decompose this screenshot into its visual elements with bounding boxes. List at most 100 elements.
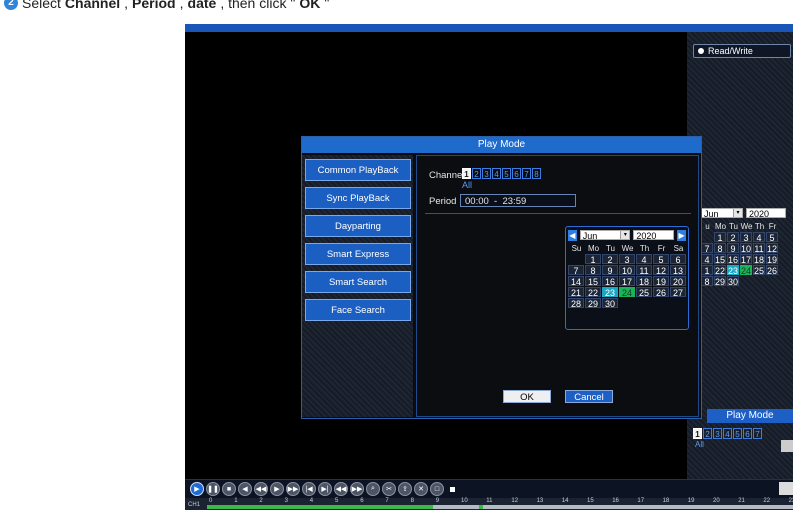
ok-button[interactable]: OK [503,390,551,403]
calendar-day[interactable]: 26 [653,287,669,298]
calendar-day[interactable]: 16 [727,254,739,265]
right-channel-checkbox[interactable]: 1 [693,428,702,439]
channel-checkbox[interactable]: 3 [482,168,491,179]
channel-checkbox[interactable]: 8 [532,168,541,179]
read-write-option[interactable]: Read/Write [693,44,791,58]
channel-checkbox[interactable]: 4 [492,168,501,179]
cancel-button[interactable]: Cancel [565,390,613,403]
previous-frame-icon[interactable]: |◀ [302,482,316,496]
calendar-day[interactable]: 11 [753,243,765,254]
calendar-day[interactable]: 11 [636,265,652,276]
right-all-channels[interactable]: All [695,440,704,449]
calendar-day[interactable]: 23 [602,287,618,298]
month-select[interactable]: Jun ▾ [579,230,631,241]
backup-icon[interactable]: ⇪ [398,482,412,496]
calendar-day[interactable]: 13 [670,265,686,276]
calendar-day[interactable]: 12 [766,243,778,254]
calendar-day[interactable]: 1 [585,254,601,265]
channel-checkbox[interactable]: 6 [512,168,521,179]
calendar-day[interactable]: 7 [701,243,713,254]
previous-file-icon[interactable]: ◀◀ [334,482,348,496]
timeline-bar[interactable]: CH1 0 1 2 3 4 5 6 7 8 9 10 11 12 13 14 15 16 17 18 19 20 21 22… [185,498,793,510]
calendar-day[interactable]: 15 [585,276,601,287]
calendar-day[interactable]: 2 [602,254,618,265]
calendar-day[interactable]: 9 [727,243,739,254]
fast-forward-icon[interactable]: ▶▶ [286,482,300,496]
next-file-icon[interactable]: ▶▶ [350,482,364,496]
next-month-icon[interactable]: ▶ [677,229,686,241]
calendar-day[interactable]: 4 [636,254,652,265]
mode-button[interactable]: Sync PlayBack [305,187,411,209]
calendar-day[interactable]: 15 [714,254,726,265]
right-channel-checkbox[interactable]: 2 [703,428,712,439]
mode-button[interactable]: Smart Express [305,243,411,265]
calendar-day[interactable]: 20 [670,276,686,287]
calendar-day[interactable]: 29 [714,276,726,287]
mode-button[interactable]: Common PlayBack [305,159,411,181]
channel-checkbox[interactable]: 5 [502,168,511,179]
calendar-day[interactable]: 3 [740,232,752,243]
slow-play-icon[interactable]: ▶ [270,482,284,496]
prev-month-icon[interactable]: ◀ [568,229,577,241]
calendar-day[interactable]: 7 [568,265,584,276]
calendar-day[interactable]: 24 [619,287,635,298]
calendar-day[interactable]: 12 [653,265,669,276]
right-channel-checkbox[interactable]: 4 [723,428,732,439]
calendar-day[interactable]: 22 [714,265,726,276]
calendar-day[interactable]: 4 [701,254,713,265]
stop-icon[interactable]: ■ [222,482,236,496]
calendar-day[interactable]: 22 [585,287,601,298]
calendar-day[interactable]: 18 [753,254,765,265]
right-small-button[interactable] [781,440,793,452]
calendar-day[interactable]: 26 [766,265,778,276]
calendar-day[interactable]: 5 [766,232,778,243]
right-control-button[interactable] [779,482,793,495]
mode-button[interactable]: Smart Search [305,271,411,293]
mode-button[interactable]: Face Search [305,299,411,321]
side-year-select[interactable]: 2020 [746,208,786,219]
play-icon[interactable]: ▶ [190,482,204,496]
calendar-day[interactable]: 9 [602,265,618,276]
calendar-day[interactable]: 29 [585,298,601,309]
calendar-day[interactable]: 10 [619,265,635,276]
calendar-day[interactable]: 25 [753,265,765,276]
exit-icon[interactable]: ✕ [414,482,428,496]
calendar-day[interactable]: 21 [568,287,584,298]
zoom-icon[interactable]: ⌕ [366,482,380,496]
calendar-day[interactable]: 4 [753,232,765,243]
calendar-day[interactable]: 18 [636,276,652,287]
rewind-icon[interactable]: ◀ [238,482,252,496]
clip-icon[interactable]: ✂ [382,482,396,496]
calendar-day[interactable]: 8 [714,243,726,254]
all-channels-option[interactable]: All [462,180,472,190]
play-mode-button[interactable]: Play Mode [707,409,793,423]
calendar-day[interactable]: 14 [568,276,584,287]
full-screen-icon[interactable]: □ [430,482,444,496]
mode-button[interactable]: Dayparting [305,215,411,237]
pause-icon[interactable]: ❚❚ [206,482,220,496]
calendar-day[interactable]: 2 [727,232,739,243]
right-channel-checkbox[interactable]: 7 [753,428,762,439]
calendar-day[interactable]: 24 [740,265,752,276]
channel-checkbox[interactable]: 7 [522,168,531,179]
calendar-day[interactable]: 8 [585,265,601,276]
calendar-day[interactable]: 27 [670,287,686,298]
calendar-day[interactable]: 5 [653,254,669,265]
right-channel-checkbox[interactable]: 3 [713,428,722,439]
calendar-day[interactable]: 1 [701,265,713,276]
right-channel-checkbox[interactable]: 5 [733,428,742,439]
right-channel-checkbox[interactable]: 6 [743,428,752,439]
calendar-day[interactable]: 16 [602,276,618,287]
calendar-day[interactable]: 8 [701,276,713,287]
calendar-day[interactable]: 25 [636,287,652,298]
calendar-day[interactable]: 1 [714,232,726,243]
calendar-day[interactable]: 28 [568,298,584,309]
side-month-select[interactable]: Jun ▾ [701,208,743,219]
year-select[interactable]: 2020 [633,230,675,241]
calendar-day[interactable]: 23 [727,265,739,276]
channel-checkbox[interactable]: 2 [472,168,481,179]
calendar-day[interactable]: 10 [740,243,752,254]
fast-backward-icon[interactable]: ◀◀ [254,482,268,496]
calendar-day[interactable]: 6 [670,254,686,265]
calendar-day[interactable]: 19 [766,254,778,265]
